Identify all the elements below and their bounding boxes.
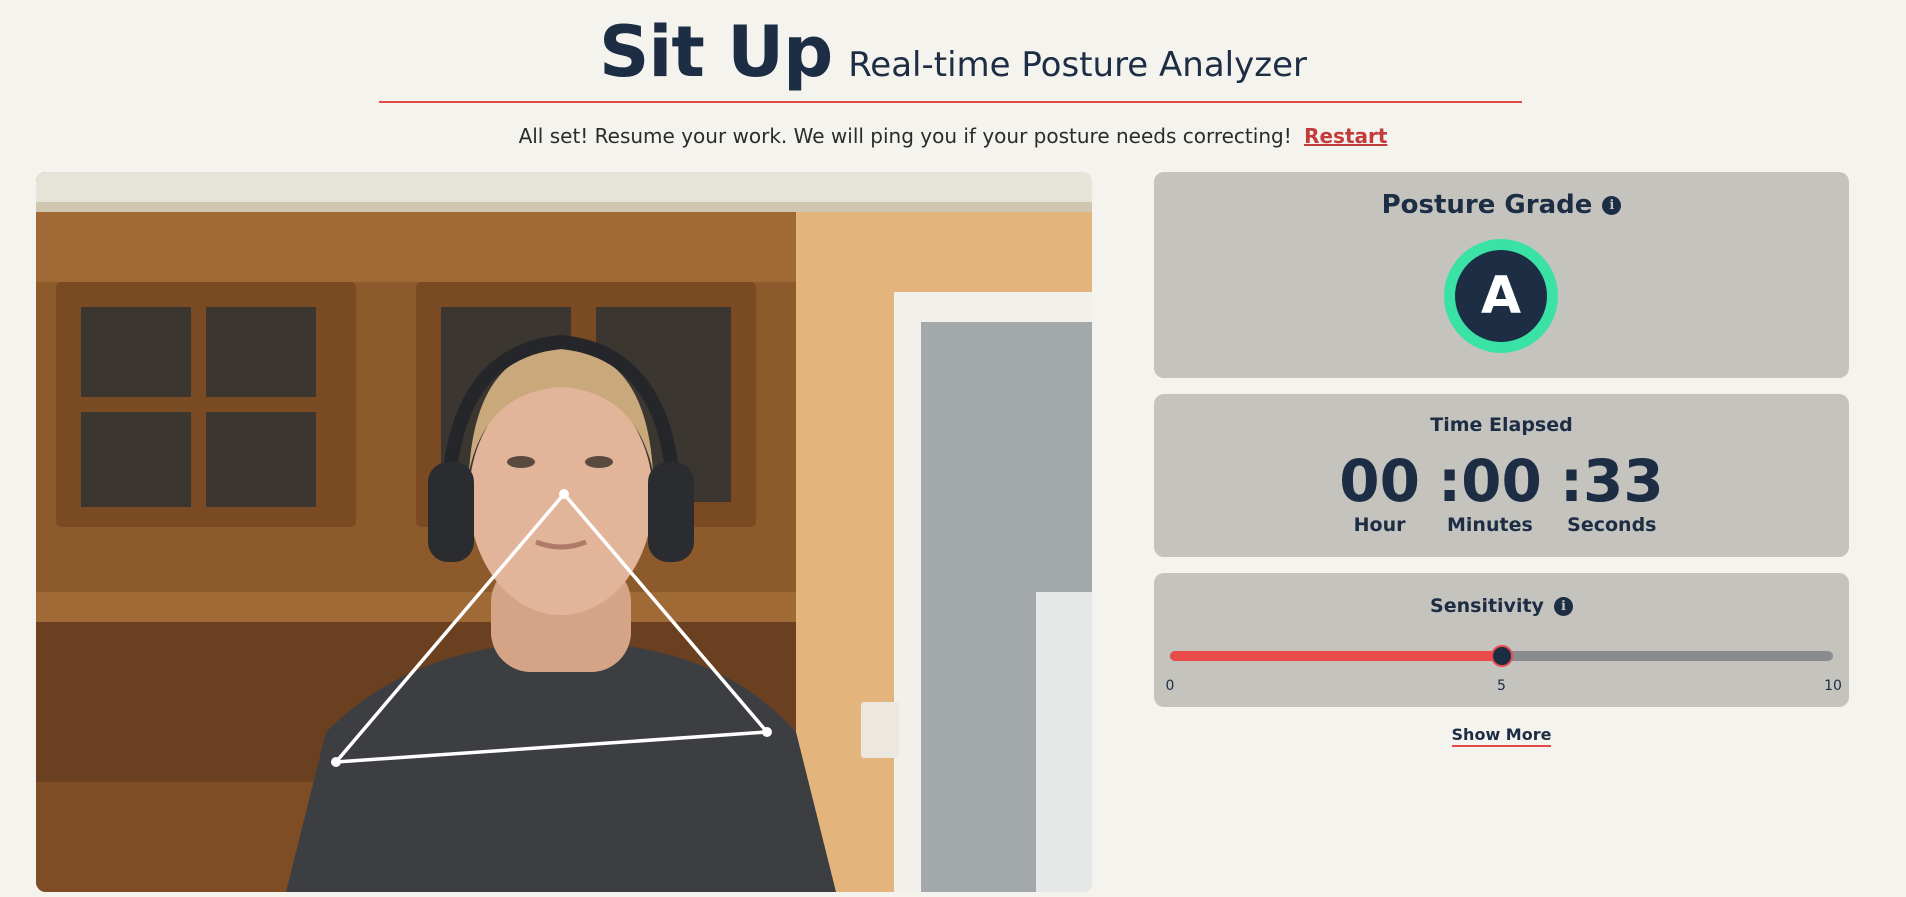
app-subtitle: Real-time Posture Analyzer — [848, 45, 1307, 85]
seconds-value: :33 — [1559, 447, 1664, 515]
posture-grade-title: Posture Grade — [1381, 190, 1593, 220]
title-divider — [379, 101, 1522, 103]
restart-link[interactable]: Restart — [1304, 124, 1387, 148]
show-more-link[interactable]: Show More — [1154, 725, 1849, 747]
time-elapsed-card: Time Elapsed 00 Hour :00 Minutes :33 Sec… — [1154, 394, 1849, 557]
timer-minutes: :00 Minutes — [1438, 450, 1542, 536]
slider-thumb[interactable] — [1490, 645, 1513, 667]
posture-grade-header: Posture Grade i — [1154, 172, 1849, 220]
grade-badge: A — [1444, 239, 1558, 353]
header: Sit Up Real-time Posture Analyzer — [0, 0, 1906, 104]
slider-mid-label: 5 — [1497, 678, 1506, 694]
info-icon[interactable]: i — [1553, 596, 1573, 616]
minutes-label: Minutes — [1447, 514, 1533, 536]
info-icon[interactable]: i — [1602, 195, 1622, 215]
hours-value: 00 — [1339, 447, 1420, 515]
time-elapsed-title: Time Elapsed — [1430, 414, 1573, 436]
slider-min-label: 0 — [1165, 678, 1175, 694]
hours-label: Hour — [1353, 514, 1406, 536]
sensitivity-header: Sensitivity i — [1154, 573, 1849, 617]
timer: 00 Hour :00 Minutes :33 Seconds — [1154, 450, 1849, 536]
sensitivity-slider[interactable] — [1170, 645, 1833, 667]
timer-hours: 00 Hour — [1339, 450, 1420, 536]
status-message: All set! Resume your work. We will ping … — [518, 124, 1292, 148]
webcam-feed — [36, 172, 1092, 892]
timer-seconds: :33 Seconds — [1560, 450, 1664, 536]
title-row: Sit Up Real-time Posture Analyzer — [0, 12, 1906, 105]
posture-grade-card: Posture Grade i A — [1154, 172, 1849, 378]
app-title: Sit Up — [599, 11, 833, 93]
status-line: All set! Resume your work. We will ping … — [0, 124, 1906, 148]
seconds-label: Seconds — [1567, 514, 1657, 536]
sensitivity-title: Sensitivity — [1430, 595, 1544, 617]
minutes-value: :00 — [1437, 447, 1542, 515]
webcam-scene — [36, 172, 1092, 892]
show-more-label[interactable]: Show More — [1451, 725, 1552, 747]
slider-fill — [1170, 651, 1502, 661]
sensitivity-card: Sensitivity i 0 5 10 — [1154, 573, 1849, 707]
slider-max-label: 10 — [1824, 678, 1842, 694]
grade-letter: A — [1455, 250, 1547, 342]
